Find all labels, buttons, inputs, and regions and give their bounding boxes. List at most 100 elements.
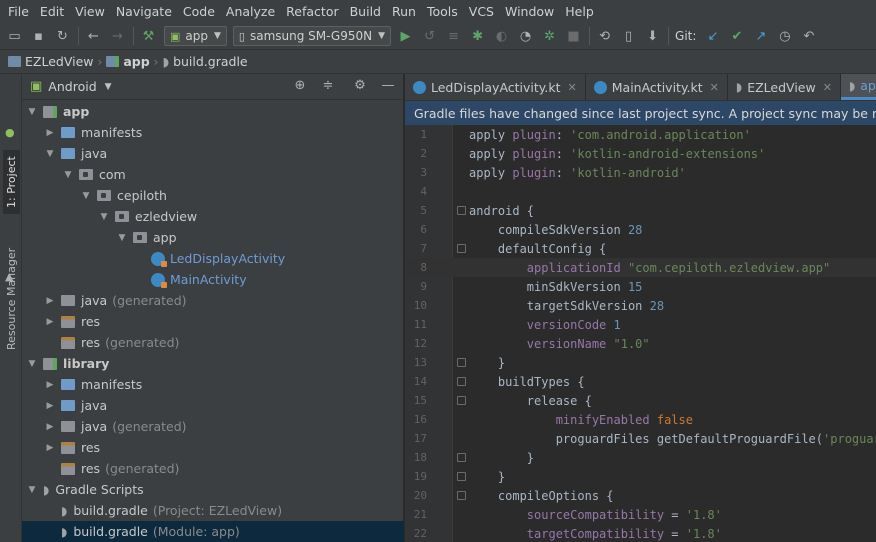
editor-tab[interactable]: LedDisplayActivity.kt ✕ [405, 74, 586, 100]
menu-item-tools[interactable]: Tools [423, 4, 462, 19]
tree-item[interactable]: ▼ java [22, 143, 404, 164]
avd-manager-icon[interactable]: ▯ [620, 28, 637, 45]
close-icon[interactable]: ✕ [710, 81, 719, 94]
tree-item[interactable]: ▼ ◗ Gradle Scripts [22, 479, 404, 500]
code-line[interactable]: 3 apply plugin: 'kotlin-android' [405, 163, 876, 182]
tree-item[interactable]: MainActivity [22, 269, 404, 290]
menu-item-file[interactable]: File [4, 4, 33, 19]
profile-icon[interactable]: ◔ [517, 28, 534, 45]
fold-marker-icon[interactable] [457, 453, 466, 462]
sdk-manager-icon[interactable]: ⬇ [644, 28, 661, 45]
gear-icon[interactable]: ⚙ [351, 78, 369, 93]
git-push-icon[interactable]: ↗ [752, 28, 769, 45]
back-arrow-icon[interactable]: ← [85, 28, 102, 45]
code-line[interactable]: 1 apply plugin: 'com.android.application' [405, 125, 876, 144]
run-icon[interactable]: ▶ [397, 28, 414, 45]
fold-marker-icon[interactable] [457, 206, 466, 215]
tree-item[interactable]: ▼ library [22, 353, 404, 374]
project-tool-tab[interactable]: 1: Project [3, 150, 20, 214]
sync-icon[interactable]: ↻ [54, 28, 71, 45]
debug-icon[interactable]: ✱ [469, 28, 486, 45]
build-hammer-icon[interactable]: ⚒ [140, 28, 157, 45]
menu-item-refactor[interactable]: Refactor [282, 4, 342, 19]
menu-item-run[interactable]: Run [388, 4, 420, 19]
menu-item-vcs[interactable]: VCS [465, 4, 498, 19]
chevron-down-icon[interactable]: ▼ [26, 485, 38, 495]
chevron-right-icon[interactable]: ▶ [44, 401, 56, 411]
code-line[interactable]: 6 compileSdkVersion 28 [405, 220, 876, 239]
menu-item-view[interactable]: View [71, 4, 109, 19]
gradle-sync-icon[interactable]: ⟲ [596, 28, 613, 45]
rollback-icon[interactable]: ↶ [800, 28, 817, 45]
run-configuration-select[interactable]: ▣ app ▼ [164, 26, 227, 46]
apply-code-changes-icon[interactable]: ≡ [445, 28, 462, 45]
tree-item[interactable]: LedDisplayActivity [22, 248, 404, 269]
code-line[interactable]: 5 android { [405, 201, 876, 220]
editor-tab[interactable]: MainActivity.kt ✕ [586, 74, 728, 100]
forward-arrow-icon[interactable]: → [109, 28, 126, 45]
chevron-right-icon[interactable]: ▶ [44, 380, 56, 390]
code-line[interactable]: 4 [405, 182, 876, 201]
tree-item[interactable]: ▼ com [22, 164, 404, 185]
tree-item[interactable]: ▶ manifests [22, 122, 404, 143]
save-icon[interactable]: ▪ [30, 28, 47, 45]
code-line[interactable]: 15 release { [405, 391, 876, 410]
hide-panel-icon[interactable]: — [379, 78, 397, 93]
code-line[interactable]: 18 } [405, 448, 876, 467]
fold-marker-icon[interactable] [457, 472, 466, 481]
chevron-down-icon[interactable]: ▼ [105, 82, 112, 92]
fold-marker-icon[interactable] [457, 358, 466, 367]
apply-changes-icon[interactable]: ↺ [421, 28, 438, 45]
code-line[interactable]: 13 } [405, 353, 876, 372]
chevron-down-icon[interactable]: ▼ [26, 359, 38, 369]
editor-tab[interactable]: ◗ EZLedView ✕ [728, 74, 841, 100]
tree-item[interactable]: ▶ java (generated) [22, 290, 404, 311]
code-editor[interactable]: 1 apply plugin: 'com.android.application'… [405, 125, 876, 542]
breadcrumb-item-project[interactable]: EZLedView [8, 54, 94, 69]
chevron-right-icon[interactable]: ▶ [44, 443, 56, 453]
menu-item-navigate[interactable]: Navigate [112, 4, 176, 19]
chevron-down-icon[interactable]: ▼ [80, 191, 92, 201]
tree-item[interactable]: ▼ app [22, 227, 404, 248]
tree-item[interactable]: ▼ app [22, 101, 404, 122]
code-line[interactable]: 2 apply plugin: 'kotlin-android-extension… [405, 144, 876, 163]
chevron-right-icon[interactable]: ▶ [44, 317, 56, 327]
open-folder-icon[interactable]: ▭ [6, 28, 23, 45]
fold-marker-icon[interactable] [457, 377, 466, 386]
code-line[interactable]: 21 sourceCompatibility = '1.8' [405, 505, 876, 524]
tree-item[interactable]: ▼ cepiloth [22, 185, 404, 206]
menu-item-edit[interactable]: Edit [36, 4, 68, 19]
code-line[interactable]: 20 compileOptions { [405, 486, 876, 505]
tree-item[interactable]: ▶ res [22, 311, 404, 332]
code-line[interactable]: 14 buildTypes { [405, 372, 876, 391]
code-line[interactable]: 12 versionName "1.0" [405, 334, 876, 353]
history-icon[interactable]: ◷ [776, 28, 793, 45]
resource-manager-tool-tab[interactable]: Resource Manager [3, 242, 20, 356]
tree-item[interactable]: ◗ build.gradle (Module: app) [22, 521, 404, 542]
menu-item-window[interactable]: Window [501, 4, 558, 19]
breadcrumb-item-module[interactable]: app [106, 54, 150, 69]
menu-item-help[interactable]: Help [561, 4, 598, 19]
code-line[interactable]: 8 applicationId "com.cepiloth.ezledview.… [405, 258, 876, 277]
fold-marker-icon[interactable] [457, 244, 466, 253]
chevron-down-icon[interactable]: ▼ [116, 233, 128, 243]
locate-file-icon[interactable]: ⊕ [291, 78, 309, 93]
git-commit-icon[interactable]: ✔ [728, 28, 745, 45]
tree-item[interactable]: res (generated) [22, 458, 404, 479]
tree-item[interactable]: res (generated) [22, 332, 404, 353]
tree-item[interactable]: ◗ build.gradle (Project: EZLedView) [22, 500, 404, 521]
view-mode-select[interactable]: Android [48, 79, 96, 94]
chevron-down-icon[interactable]: ▼ [44, 149, 56, 159]
menu-item-build[interactable]: Build [346, 4, 385, 19]
attach-debugger-icon[interactable]: ✲ [541, 28, 558, 45]
chevron-right-icon[interactable]: ▶ [44, 296, 56, 306]
menu-item-code[interactable]: Code [179, 4, 219, 19]
code-line[interactable]: 22 targetCompatibility = '1.8' [405, 524, 876, 542]
collapse-all-icon[interactable]: ≑ [319, 78, 337, 93]
menu-item-analyze[interactable]: Analyze [222, 4, 279, 19]
breadcrumb-item-file[interactable]: ◗ build.gradle [162, 54, 247, 69]
tree-item[interactable]: ▶ java [22, 395, 404, 416]
code-line[interactable]: 11 versionCode 1 [405, 315, 876, 334]
code-line[interactable]: 9 minSdkVersion 15 [405, 277, 876, 296]
chevron-down-icon[interactable]: ▼ [62, 170, 74, 180]
